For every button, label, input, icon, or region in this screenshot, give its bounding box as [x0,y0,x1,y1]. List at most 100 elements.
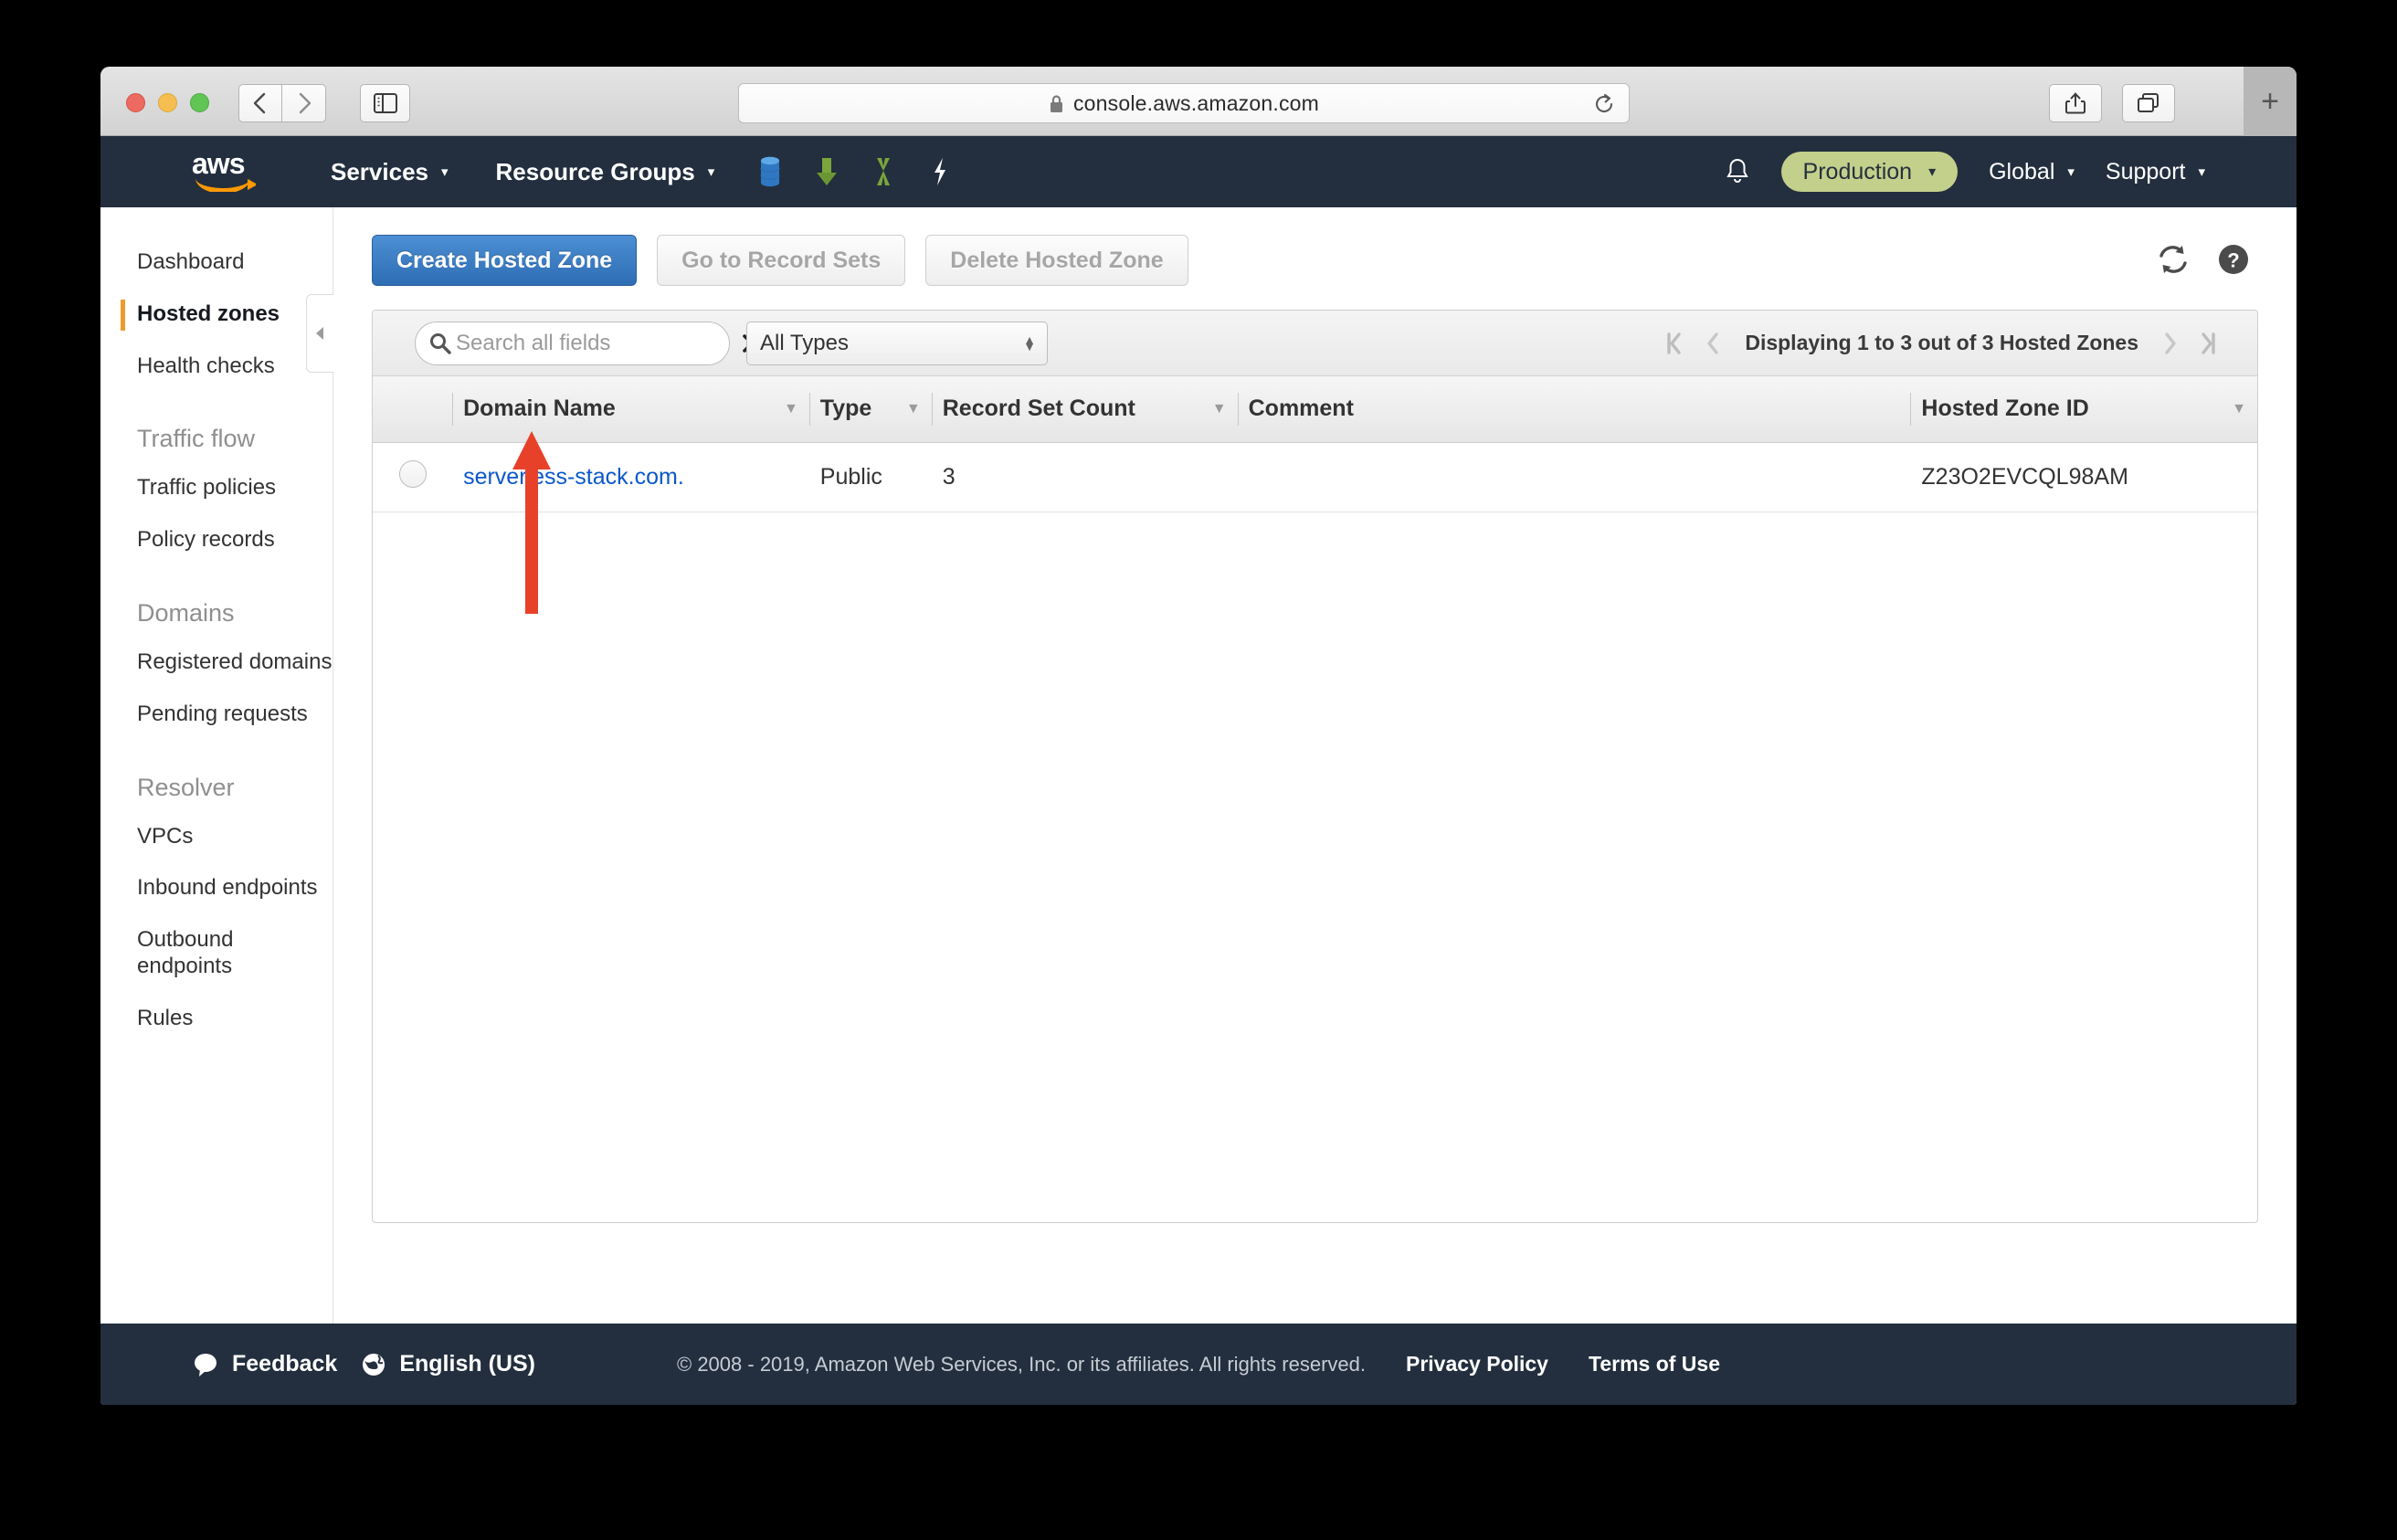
last-page-button[interactable] [2191,323,2226,364]
support-label: Support [2105,158,2186,185]
sidebar-item-health-checks[interactable]: Health checks [100,341,333,393]
route53-sidebar: Dashboard Hosted zones Health checks Traffi… [100,207,333,1324]
aws-logo[interactable]: aws [192,149,263,194]
chevron-down-icon: ▼ [783,400,798,417]
sidebar-item-label: Dashboard [137,249,245,274]
privacy-policy-link[interactable]: Privacy Policy [1406,1352,1548,1377]
refresh-icon [2159,246,2187,273]
sidebar-item-outbound-endpoints[interactable]: Outbound endpoints [100,914,333,993]
region-selector[interactable]: Global ▾ [1989,159,2075,185]
panel-tool-icons: ? [2156,242,2258,279]
browser-toolbar: console.aws.amazon.com + [100,67,2297,136]
sidebar-item-hosted-zones[interactable]: Hosted zones [100,289,333,341]
domain-name-link-cell[interactable]: serverless-stack.com. [452,442,809,512]
s3-glacier-icon[interactable] [811,154,842,189]
table-row[interactable]: serverless-stack.com. Public 3 Z23O2EVCQL98… [373,442,2257,512]
copyright-text: © 2008 - 2019, Amazon Web Services, Inc.… [677,1352,1366,1376]
sidebar-item-registered-domains[interactable]: Registered domains [100,637,333,689]
type-filter-select[interactable]: All Types ▲ ▼ [746,321,1048,365]
next-page-icon [2165,332,2176,354]
chevron-down-icon: ▼ [2232,400,2246,417]
go-to-record-sets-button[interactable]: Go to Record Sets [657,235,906,286]
search-box[interactable] [415,321,761,365]
sidebar-item-label: Traffic flow [137,425,256,453]
sidebar-toggle-button[interactable] [360,84,410,122]
previous-page-button[interactable] [1695,323,1730,364]
new-tab-label: + [2261,84,2279,119]
select-column-header [373,376,453,443]
row-select-cell[interactable] [373,442,453,512]
window-close-button[interactable] [126,93,145,112]
chevron-left-icon [253,92,266,114]
sidebar-item-label: Policy records [137,527,275,553]
column-label: Hosted Zone ID [1921,396,2089,422]
nav-services[interactable]: Services ▾ [318,136,461,207]
share-button[interactable] [2049,84,2102,122]
sidebar-item-traffic-policies[interactable]: Traffic policies [100,462,333,514]
column-label: Comment [1248,396,1354,422]
lock-icon [1049,94,1064,113]
rds-icon[interactable] [755,154,786,189]
terms-of-use-link[interactable]: Terms of Use [1589,1352,1720,1377]
forward-button[interactable] [282,84,326,122]
refresh-button[interactable] [2156,242,2192,279]
delete-hosted-zone-button[interactable]: Delete Hosted Zone [925,235,1188,286]
sidebar-item-inbound-endpoints[interactable]: Inbound endpoints [100,862,333,914]
sidebar-item-policy-records[interactable]: Policy records [100,514,333,566]
action-toolbar: Create Hosted Zone Go to Record Sets Del… [372,235,2258,286]
back-button[interactable] [238,84,282,122]
cloudwatch-icon[interactable] [868,154,899,189]
hosted-zones-panel: All Types ▲▼ [372,310,2258,1223]
support-menu[interactable]: Support ▾ [2106,159,2205,185]
create-hosted-zone-button[interactable]: Create Hosted Zone [372,235,638,286]
sidebar-item-label: Health checks [137,353,275,378]
domain-name-link[interactable]: serverless-stack.com. [463,464,684,490]
sidebar-item-rules[interactable]: Rules [100,993,333,1045]
sidebar-heading: Domains [100,566,333,637]
go-to-record-sets-label: Go to Record Sets [681,247,882,273]
sidebar-item-label: Outbound endpoints [137,927,234,978]
show-tabs-button[interactable] [2122,84,2175,122]
column-header-comment[interactable]: Comment [1237,376,1911,443]
help-button[interactable]: ? [2216,242,2253,279]
first-page-icon [1667,332,1682,354]
nav-resource-groups[interactable]: Resource Groups ▾ [483,136,728,207]
row-radio-button[interactable] [398,459,427,488]
column-header-record-set-count[interactable]: Record Set Count ▼ [931,376,1238,443]
address-bar[interactable]: console.aws.amazon.com [738,83,1630,123]
sidebar-collapse-button[interactable] [306,294,333,373]
sidebar-item-vpcs[interactable]: VPCs [100,811,333,863]
sidebar-item-pending-requests[interactable]: Pending requests [100,689,333,741]
column-header-hosted-zone-id[interactable]: Hosted Zone ID ▼ [1910,376,2257,443]
pin-icon[interactable] [924,154,956,189]
service-shortcuts [755,154,956,189]
notifications-bell-button[interactable] [1717,152,1758,192]
sidebar-item-label: Pending requests [137,701,308,726]
table-header: Domain Name ▼ Type ▼ Record Set Count ▼ … [373,376,2257,443]
collapse-left-icon [315,327,323,340]
window-maximize-button[interactable] [190,93,209,112]
chevron-down-icon: ▾ [707,164,715,180]
reload-button[interactable] [1592,92,1616,116]
new-tab-button[interactable]: + [2244,67,2297,136]
create-hosted-zone-label: Create Hosted Zone [396,247,613,273]
stepper-arrows-icon: ▲ ▼ [1023,332,1036,353]
first-page-button[interactable] [1657,323,1692,364]
column-header-domain-name[interactable]: Domain Name ▼ [452,376,809,443]
sidebar-item-dashboard[interactable]: Dashboard [100,237,333,289]
column-label: Domain Name [463,396,616,422]
main-content: Create Hosted Zone Go to Record Sets Del… [333,207,2297,1324]
filter-bar: All Types ▲▼ [373,311,2257,376]
pagination-status: Displaying 1 to 3 out of 3 Hosted Zones [1745,331,2138,354]
search-input[interactable] [452,330,739,356]
last-page-icon [2202,332,2215,354]
window-minimize-button[interactable] [158,93,177,112]
sidebar-heading: Resolver [100,741,333,811]
column-header-type[interactable]: Type ▼ [808,376,932,443]
sidebar-item-label: Traffic policies [137,475,277,501]
sidebar-item-label: Registered domains [137,649,333,674]
account-selector[interactable]: Production ▾ [1780,152,1959,192]
next-page-button[interactable] [2153,323,2188,364]
show-tabs-icon [2138,93,2159,112]
sidebar-item-label: Hosted zones [137,301,280,326]
